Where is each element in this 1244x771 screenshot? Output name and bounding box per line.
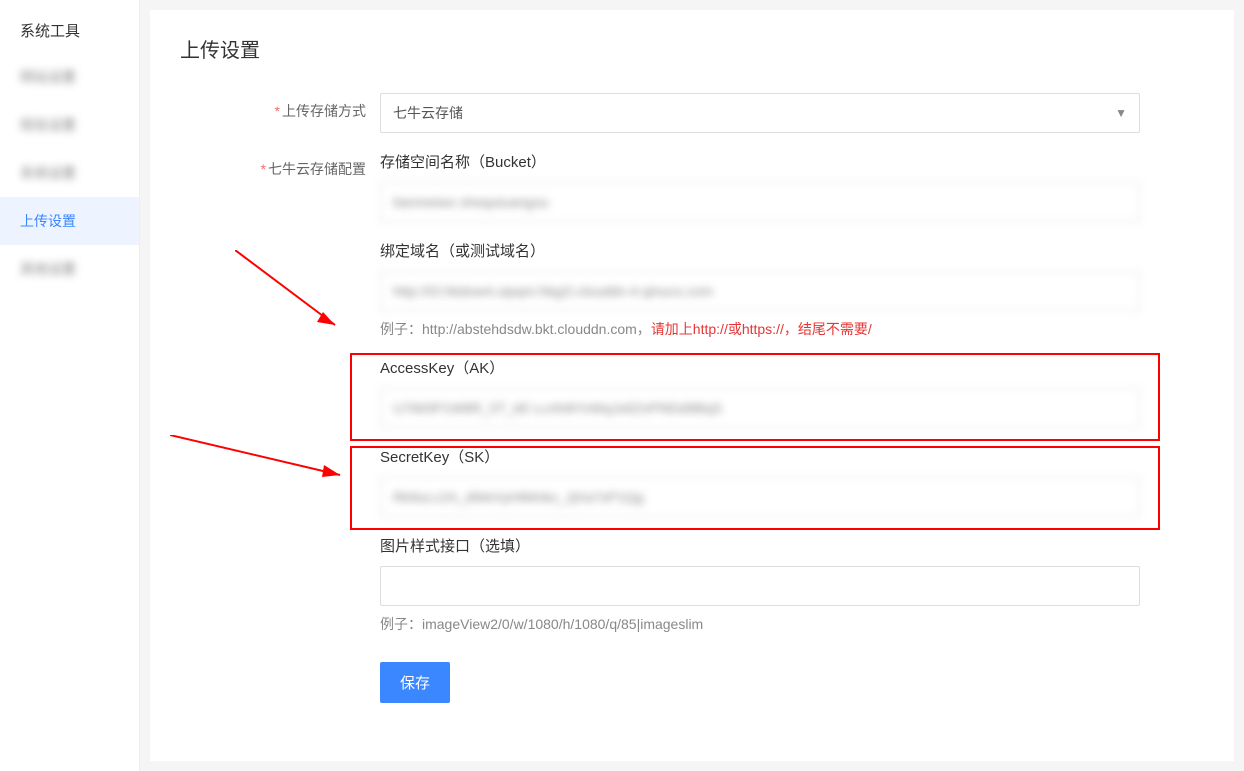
sk-input[interactable]: [380, 477, 1140, 517]
sidebar-header: 系统工具: [0, 8, 139, 53]
save-button[interactable]: 保存: [380, 662, 450, 703]
bucket-input[interactable]: [380, 182, 1140, 222]
storage-method-select[interactable]: 七牛云存储 ▼: [380, 93, 1140, 133]
domain-input[interactable]: [380, 271, 1140, 311]
domain-label: 绑定域名（或测试域名）: [380, 240, 1140, 261]
sidebar-item-upload[interactable]: 上传设置: [0, 197, 139, 245]
sidebar-item-4[interactable]: 其他设置: [0, 245, 139, 293]
style-input[interactable]: [380, 566, 1140, 606]
domain-hint: 例子：http://abstehdsdw.bkt.clouddn.com，请加上…: [380, 319, 1140, 339]
style-hint: 例子：imageView2/0/w/1080/h/1080/q/85|image…: [380, 614, 1140, 634]
ak-label: AccessKey（AK）: [380, 357, 1140, 378]
sidebar-item-2[interactable]: 系统设置: [0, 149, 139, 197]
storage-method-value: 七牛云存储: [393, 103, 463, 123]
style-label: 图片样式接口（选填）: [380, 535, 1140, 556]
qiniu-config-label: *七牛云存储配置: [180, 151, 380, 179]
sidebar-item-1[interactable]: 短信设置: [0, 101, 139, 149]
ak-input[interactable]: [380, 388, 1140, 428]
page-title: 上传设置: [180, 34, 1204, 63]
bucket-label: 存储空间名称（Bucket）: [380, 151, 1140, 172]
sidebar: 系统工具 网站设置 短信设置 系统设置 上传设置 其他设置: [0, 0, 140, 771]
content-panel: 上传设置 *上传存储方式 七牛云存储 ▼ *七牛云存储配置 存储空间名称（Buc…: [150, 10, 1234, 761]
sk-label: SecretKey（SK）: [380, 446, 1140, 467]
storage-method-label: *上传存储方式: [180, 93, 380, 121]
sidebar-item-0[interactable]: 网站设置: [0, 53, 139, 101]
chevron-down-icon: ▼: [1115, 106, 1127, 120]
